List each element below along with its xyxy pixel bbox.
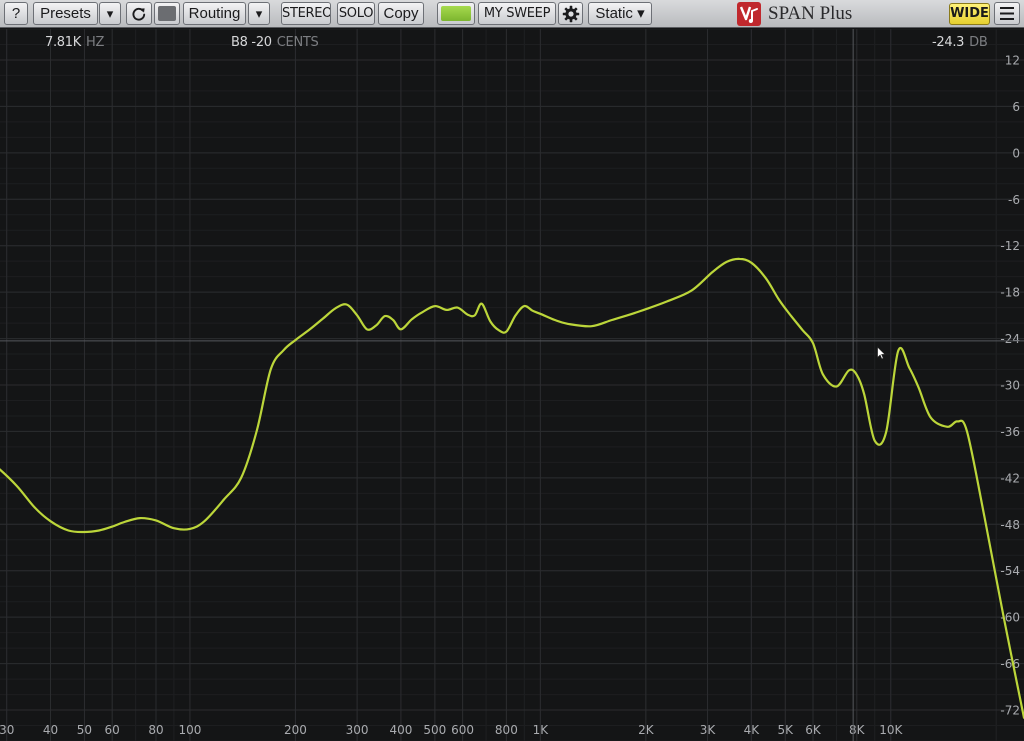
presets-dropdown-button[interactable]: ▾ [99, 2, 121, 25]
copy-button[interactable]: Copy [378, 2, 424, 25]
x-tick-label: 10K [879, 723, 903, 737]
help-button[interactable]: ? [4, 2, 28, 25]
frequency-unit: HZ [85, 35, 105, 50]
x-tick-label: 600 [451, 723, 474, 737]
spectrum-display[interactable]: 1260-6-12-18-24-30-36-42-48-54-60-66-72 … [0, 29, 1024, 741]
level-unit: DB [969, 35, 988, 50]
y-tick-label: -24 [1000, 332, 1020, 346]
note-unit: CENTS [276, 35, 319, 50]
x-tick-label: 5K [778, 723, 795, 737]
x-tick-label: 80 [148, 723, 163, 737]
level-value: -24.3 [932, 35, 965, 50]
x-tick-label: 2K [638, 723, 655, 737]
stereo-button[interactable]: STEREO [281, 2, 331, 25]
mode-dropdown[interactable]: Static ▾ [588, 2, 652, 25]
y-tick-label: -42 [1000, 471, 1020, 485]
y-tick-label: -6 [1008, 193, 1020, 207]
toolbar: ? Presets ▾ Routing ▾ STEREO SOLO Copy M… [0, 0, 1024, 28]
y-tick-label: -72 [1000, 704, 1020, 718]
settings-button[interactable] [558, 2, 583, 25]
menu-button[interactable] [994, 2, 1020, 25]
x-tick-label: 3K [700, 723, 717, 737]
reset-button[interactable] [126, 2, 152, 25]
solo-button[interactable]: SOLO [337, 2, 375, 25]
inactive-swatch [158, 6, 176, 21]
app-title: SPAN Plus [768, 3, 853, 24]
voxengo-logo-icon [737, 2, 761, 26]
x-tick-label: 1K [533, 723, 550, 737]
x-tick-label: 800 [495, 723, 518, 737]
mouse-pointer-icon [877, 346, 886, 360]
spectrum-line [0, 257, 1024, 719]
y-tick-label: -66 [1000, 657, 1020, 671]
routing-button[interactable]: Routing [183, 2, 246, 25]
gear-icon [562, 5, 579, 23]
x-tick-label: 400 [389, 723, 412, 737]
presets-button[interactable]: Presets [33, 2, 98, 25]
x-tick-label: 4K [744, 723, 761, 737]
note-readout: B8 -20 CENTS [231, 35, 319, 51]
y-tick-label: 0 [1012, 146, 1020, 160]
x-tick-label: 200 [284, 723, 307, 737]
y-tick-label: -36 [1000, 425, 1020, 439]
frequency-readout: 7.81K HZ [45, 35, 104, 51]
readout-bar: 7.81K HZ B8 -20 CENTS -24.3 DB [0, 29, 1024, 59]
y-tick-label: -18 [1000, 286, 1020, 300]
y-tick-label: -12 [1000, 239, 1020, 253]
sweep-name-button[interactable]: MY SWEEP [478, 2, 556, 25]
routing-dropdown-button[interactable]: ▾ [248, 2, 270, 25]
reset-icon [132, 7, 146, 21]
y-tick-label: -48 [1000, 518, 1020, 532]
x-tick-label: 8K [849, 723, 866, 737]
wide-button[interactable]: WIDE [949, 3, 990, 25]
x-tick-label: 30 [0, 723, 14, 737]
level-readout: -24.3 DB [932, 35, 988, 51]
sweep-color-swatch [441, 6, 471, 21]
x-tick-label: 6K [805, 723, 822, 737]
x-tick-label: 300 [346, 723, 369, 737]
x-tick-label: 50 [77, 723, 92, 737]
frequency-value: 7.81K [45, 35, 81, 50]
y-tick-label: 6 [1012, 100, 1020, 114]
x-tick-label: 500 [423, 723, 446, 737]
sweep-color-button[interactable] [437, 2, 475, 25]
y-tick-label: -30 [1000, 379, 1020, 393]
x-tick-label: 60 [105, 723, 120, 737]
note-value: B8 -20 [231, 35, 272, 50]
x-tick-label: 100 [178, 723, 201, 737]
span-plus-window: ? Presets ▾ Routing ▾ STEREO SOLO Copy M… [0, 0, 1024, 741]
hamburger-menu-icon [1000, 7, 1014, 20]
undo-state-button[interactable] [154, 2, 180, 25]
x-tick-label: 40 [43, 723, 58, 737]
y-tick-label: -54 [1000, 564, 1020, 578]
